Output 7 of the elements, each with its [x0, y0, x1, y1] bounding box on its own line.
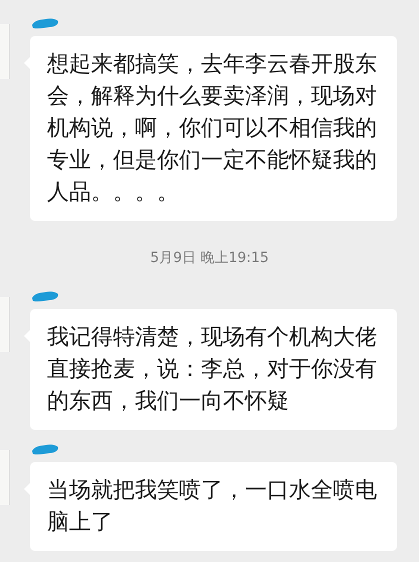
message-text: 当场就把我笑喷了，一口水全喷电脑上了: [47, 477, 378, 537]
timestamp: 5月9日 晚上19:15: [150, 249, 269, 267]
scribble-icon: [30, 16, 60, 30]
message-text: 我记得特清楚，现场有个机构大佬直接抢麦，说：李总，对于你没有的东西，我们一向不怀疑: [47, 324, 378, 416]
message-text: 想起来都搞笑，去年李云春开股东会，解释为什么要卖泽润，现场对机构说，啊，你们可以不相信我的专业，但是你们一定不能怀疑我的人品。。。。: [47, 51, 378, 207]
scribble-icon: [30, 442, 60, 456]
scribble-icon: [30, 289, 60, 303]
